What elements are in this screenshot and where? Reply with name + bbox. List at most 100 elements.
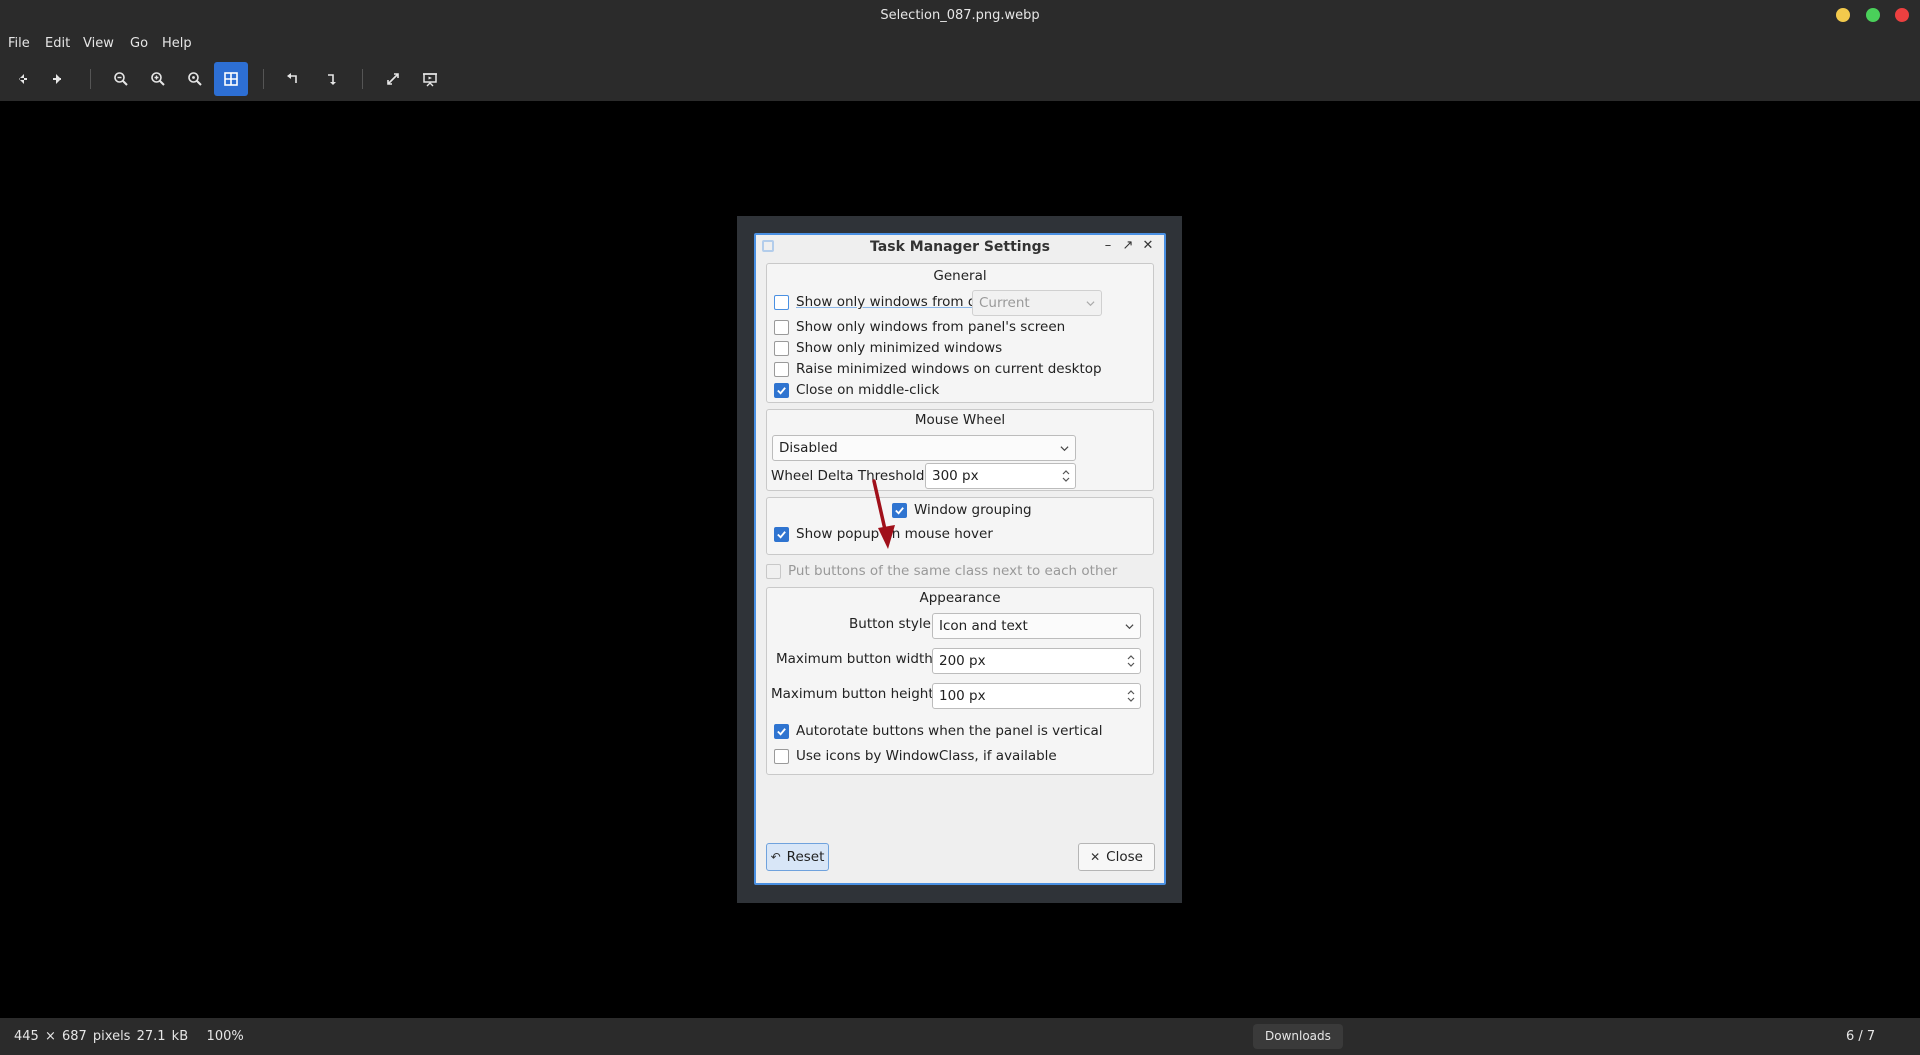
show-minimized-row[interactable]: Show only minimized windows — [774, 340, 1002, 356]
general-group-title: General — [933, 268, 987, 284]
windowclass-icons-row[interactable]: Use icons by WindowClass, if available — [774, 748, 1057, 764]
windowclass-icons-label: Use icons by WindowClass, if available — [796, 748, 1057, 764]
button-style-combo[interactable]: Icon and text — [932, 613, 1141, 639]
button-style-label: Button style — [849, 616, 931, 632]
max-height-label: Maximum button height — [771, 686, 934, 702]
show-panel-screen-checkbox[interactable] — [774, 319, 789, 335]
show-minimized-checkbox[interactable] — [774, 340, 789, 356]
slideshow-icon — [423, 73, 437, 87]
same-class-checkbox[interactable] — [766, 563, 781, 579]
dialog-maximize-icon[interactable]: ↗ — [1120, 238, 1136, 254]
maximize-button[interactable] — [1866, 8, 1880, 22]
mouse-wheel-mode-value: Disabled — [779, 440, 838, 456]
raise-minimized-checkbox[interactable] — [774, 361, 789, 377]
close-middle-checkbox[interactable] — [774, 382, 789, 398]
popup-hover-row[interactable]: Show popup on mouse hover — [774, 526, 993, 542]
zoom-out-button[interactable] — [104, 62, 138, 96]
max-height-spinbox[interactable]: 100 px — [932, 683, 1141, 709]
zoom-level: 100% — [206, 1029, 244, 1044]
toolbar-separator — [263, 69, 264, 89]
same-class-row[interactable]: Put buttons of the same class next to ea… — [766, 563, 1117, 579]
show-desktop-checkbox[interactable] — [774, 294, 789, 310]
slideshow-button[interactable] — [413, 62, 447, 96]
wheel-delta-label: Wheel Delta Threshold — [771, 468, 925, 484]
checkmark-icon — [777, 727, 786, 736]
chevron-down-icon — [1060, 446, 1069, 452]
appearance-group-title: Appearance — [919, 590, 1001, 606]
dialog-minimize-icon[interactable]: – — [1100, 238, 1116, 254]
title-bar: Selection_087.png.webp — [0, 0, 1920, 31]
chevron-down-icon — [1125, 624, 1134, 630]
mouse-wheel-mode-combo[interactable]: Disabled — [772, 435, 1076, 461]
raise-minimized-label: Raise minimized windows on current deskt… — [796, 361, 1102, 377]
autorotate-checkbox[interactable] — [774, 723, 789, 739]
show-minimized-label: Show only minimized windows — [796, 340, 1003, 356]
image-position: 6 / 7 — [1846, 1029, 1876, 1044]
displayed-image: Task Manager Settings – ↗ ✕ General Show… — [737, 216, 1182, 903]
fullscreen-icon — [387, 73, 399, 85]
menu-view[interactable]: View — [83, 36, 114, 51]
folder-button[interactable]: Downloads — [1253, 1024, 1343, 1049]
show-panel-screen-label: Show only windows from panel's screen — [796, 319, 1066, 335]
zoom-fit-icon — [188, 72, 202, 86]
minimize-button[interactable] — [1836, 8, 1850, 22]
best-fit-icon — [224, 72, 238, 86]
reset-button-label: Reset — [786, 849, 825, 865]
dialog-title-bar: Task Manager Settings – ↗ ✕ — [756, 235, 1164, 259]
spin-arrows-icon[interactable] — [1126, 651, 1136, 671]
toolbar — [0, 57, 1920, 101]
best-fit-button[interactable] — [214, 62, 248, 96]
window-grouping-label: Window grouping — [914, 502, 1032, 518]
zoom-in-icon — [151, 72, 165, 86]
max-width-spinbox[interactable]: 200 px — [932, 648, 1141, 674]
dialog-close-icon[interactable]: ✕ — [1140, 238, 1156, 254]
undo-icon: ↶ — [770, 850, 781, 864]
window-grouping-row[interactable]: Window grouping — [892, 502, 1032, 518]
spin-arrows-icon[interactable] — [1126, 686, 1136, 706]
spin-arrows-icon[interactable] — [1061, 466, 1071, 486]
rotate-right-button[interactable] — [314, 62, 348, 96]
max-height-value: 100 px — [939, 688, 986, 704]
checkmark-icon — [895, 506, 904, 515]
checkmark-icon — [777, 386, 786, 395]
max-width-value: 200 px — [939, 653, 986, 669]
close-middle-label: Close on middle-click — [796, 382, 940, 398]
close-middle-row[interactable]: Close on middle-click — [774, 382, 939, 398]
mouse-wheel-group-title: Mouse Wheel — [914, 412, 1006, 428]
close-window-button[interactable] — [1895, 8, 1909, 22]
zoom-in-button[interactable] — [141, 62, 175, 96]
image-dimensions: 445 × 687 pixels — [14, 1029, 131, 1044]
rotate-right-icon — [328, 74, 336, 85]
windowclass-icons-checkbox[interactable] — [774, 748, 789, 764]
raise-minimized-row[interactable]: Raise minimized windows on current deskt… — [774, 361, 1102, 377]
back-button[interactable] — [5, 62, 39, 96]
show-panel-screen-row[interactable]: Show only windows from panel's screen — [774, 319, 1065, 335]
menu-help[interactable]: Help — [162, 36, 192, 51]
popup-hover-checkbox[interactable] — [774, 526, 789, 542]
wheel-delta-spinbox[interactable]: 300 px — [925, 463, 1076, 489]
forward-arrow-icon — [53, 74, 61, 84]
forward-button[interactable] — [41, 62, 75, 96]
close-button-label: Close — [1106, 849, 1143, 865]
menu-go[interactable]: Go — [130, 36, 148, 51]
same-class-label: Put buttons of the same class next to ea… — [788, 563, 1118, 579]
window-title: Selection_087.png.webp — [880, 8, 1040, 23]
menu-edit[interactable]: Edit — [45, 36, 70, 51]
fullscreen-button[interactable] — [376, 62, 410, 96]
task-manager-settings-dialog: Task Manager Settings – ↗ ✕ General Show… — [754, 233, 1166, 885]
close-button[interactable]: ✕ Close — [1078, 843, 1155, 871]
menu-bar: File Edit View Go Help — [0, 31, 1920, 57]
window-grouping-group: Window grouping Show popup on mouse hove… — [766, 497, 1154, 555]
max-width-label: Maximum button width — [776, 651, 933, 667]
image-filesize: 27.1 kB — [136, 1029, 189, 1044]
window-grouping-checkbox[interactable] — [892, 502, 907, 518]
reset-button[interactable]: ↶ Reset — [766, 843, 829, 871]
toolbar-separator — [362, 69, 363, 89]
rotate-left-button[interactable] — [276, 62, 310, 96]
menu-file[interactable]: File — [8, 36, 30, 51]
desktop-combo[interactable]: Current — [972, 290, 1102, 316]
image-info: 445 × 687 pixels 27.1 kB 100% — [14, 1029, 244, 1044]
rotate-left-icon — [287, 73, 297, 83]
zoom-original-button[interactable] — [178, 62, 212, 96]
autorotate-row[interactable]: Autorotate buttons when the panel is ver… — [774, 723, 1103, 739]
